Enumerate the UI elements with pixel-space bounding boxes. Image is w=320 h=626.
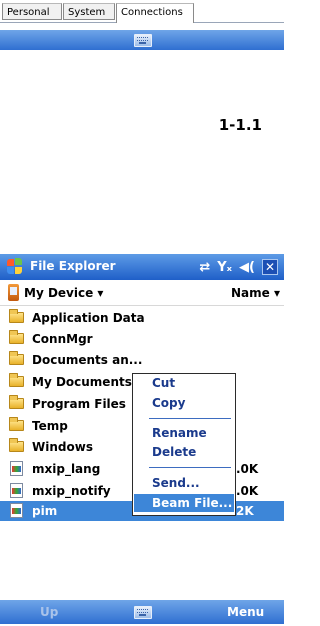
signal-off-icon[interactable]: Yₓ [217, 260, 232, 275]
folder-icon [9, 438, 24, 452]
menu-item-send[interactable]: Send... [134, 474, 234, 492]
menu-separator [149, 418, 231, 419]
tab-personal[interactable]: Personal [2, 3, 62, 20]
item-name: My Documents [32, 375, 132, 389]
soft-key-bar: Up Menu [0, 600, 284, 624]
menu-separator [149, 467, 231, 468]
input-panel-bar [0, 30, 284, 50]
item-name: Documents an... [32, 353, 143, 367]
keyboard-icon[interactable] [134, 606, 152, 619]
figure-label: 1-1.1 [218, 116, 262, 134]
folder-icon [9, 309, 24, 323]
item-name: mxip_lang [32, 462, 101, 476]
item-name: pim [32, 504, 58, 518]
up-softkey[interactable]: Up [40, 605, 58, 619]
item-name: ConnMgr [32, 332, 93, 346]
device-icon [8, 284, 19, 301]
item-name: mxip_notify [32, 484, 111, 498]
menu-item-delete[interactable]: Delete [134, 443, 234, 461]
keyboard-icon[interactable] [134, 34, 152, 47]
app-title: File Explorer [30, 259, 116, 273]
item-name: Application Data [32, 311, 145, 325]
volume-icon[interactable]: ◀( [239, 260, 255, 275]
file-icon [10, 483, 23, 498]
sync-icon[interactable]: ⇄ [199, 260, 210, 275]
list-item[interactable]: ConnMgr [0, 329, 284, 349]
windows-start-icon[interactable] [6, 258, 24, 276]
tab-connections[interactable]: Connections [116, 3, 194, 23]
menu-item-beam-file[interactable]: Beam File... [134, 494, 234, 512]
file-icon [10, 461, 23, 476]
item-name: Temp [32, 419, 68, 433]
tab-system[interactable]: System [63, 3, 115, 20]
location-dropdown[interactable]: My Device ▾ [24, 286, 103, 300]
folder-icon [9, 417, 24, 431]
settings-tab-strip: Personal System Connections [0, 0, 284, 23]
file-icon [10, 503, 23, 518]
folder-icon [9, 351, 24, 365]
menu-softkey[interactable]: Menu [227, 605, 264, 619]
item-size: .0K [236, 484, 259, 498]
folder-icon [9, 373, 24, 387]
path-bar: My Device ▾ Name ▾ [0, 281, 284, 306]
folder-icon [9, 330, 24, 344]
context-menu: Cut Copy Rename Delete Send... Beam File… [132, 373, 236, 516]
item-size: .0K [236, 462, 259, 476]
menu-item-cut[interactable]: Cut [134, 374, 234, 392]
list-item[interactable]: Documents an... [0, 350, 284, 370]
item-size: 2K [236, 504, 254, 518]
menu-item-rename[interactable]: Rename [134, 424, 234, 442]
folder-icon [9, 395, 24, 409]
menu-item-copy[interactable]: Copy [134, 394, 234, 412]
close-button[interactable]: ✕ [262, 259, 278, 275]
item-name: Windows [32, 440, 93, 454]
item-name: Program Files [32, 397, 126, 411]
list-item[interactable]: Application Data [0, 308, 284, 328]
title-bar: File Explorer ⇄ Yₓ ◀( ✕ [0, 254, 284, 280]
sort-dropdown[interactable]: Name ▾ [231, 286, 280, 300]
